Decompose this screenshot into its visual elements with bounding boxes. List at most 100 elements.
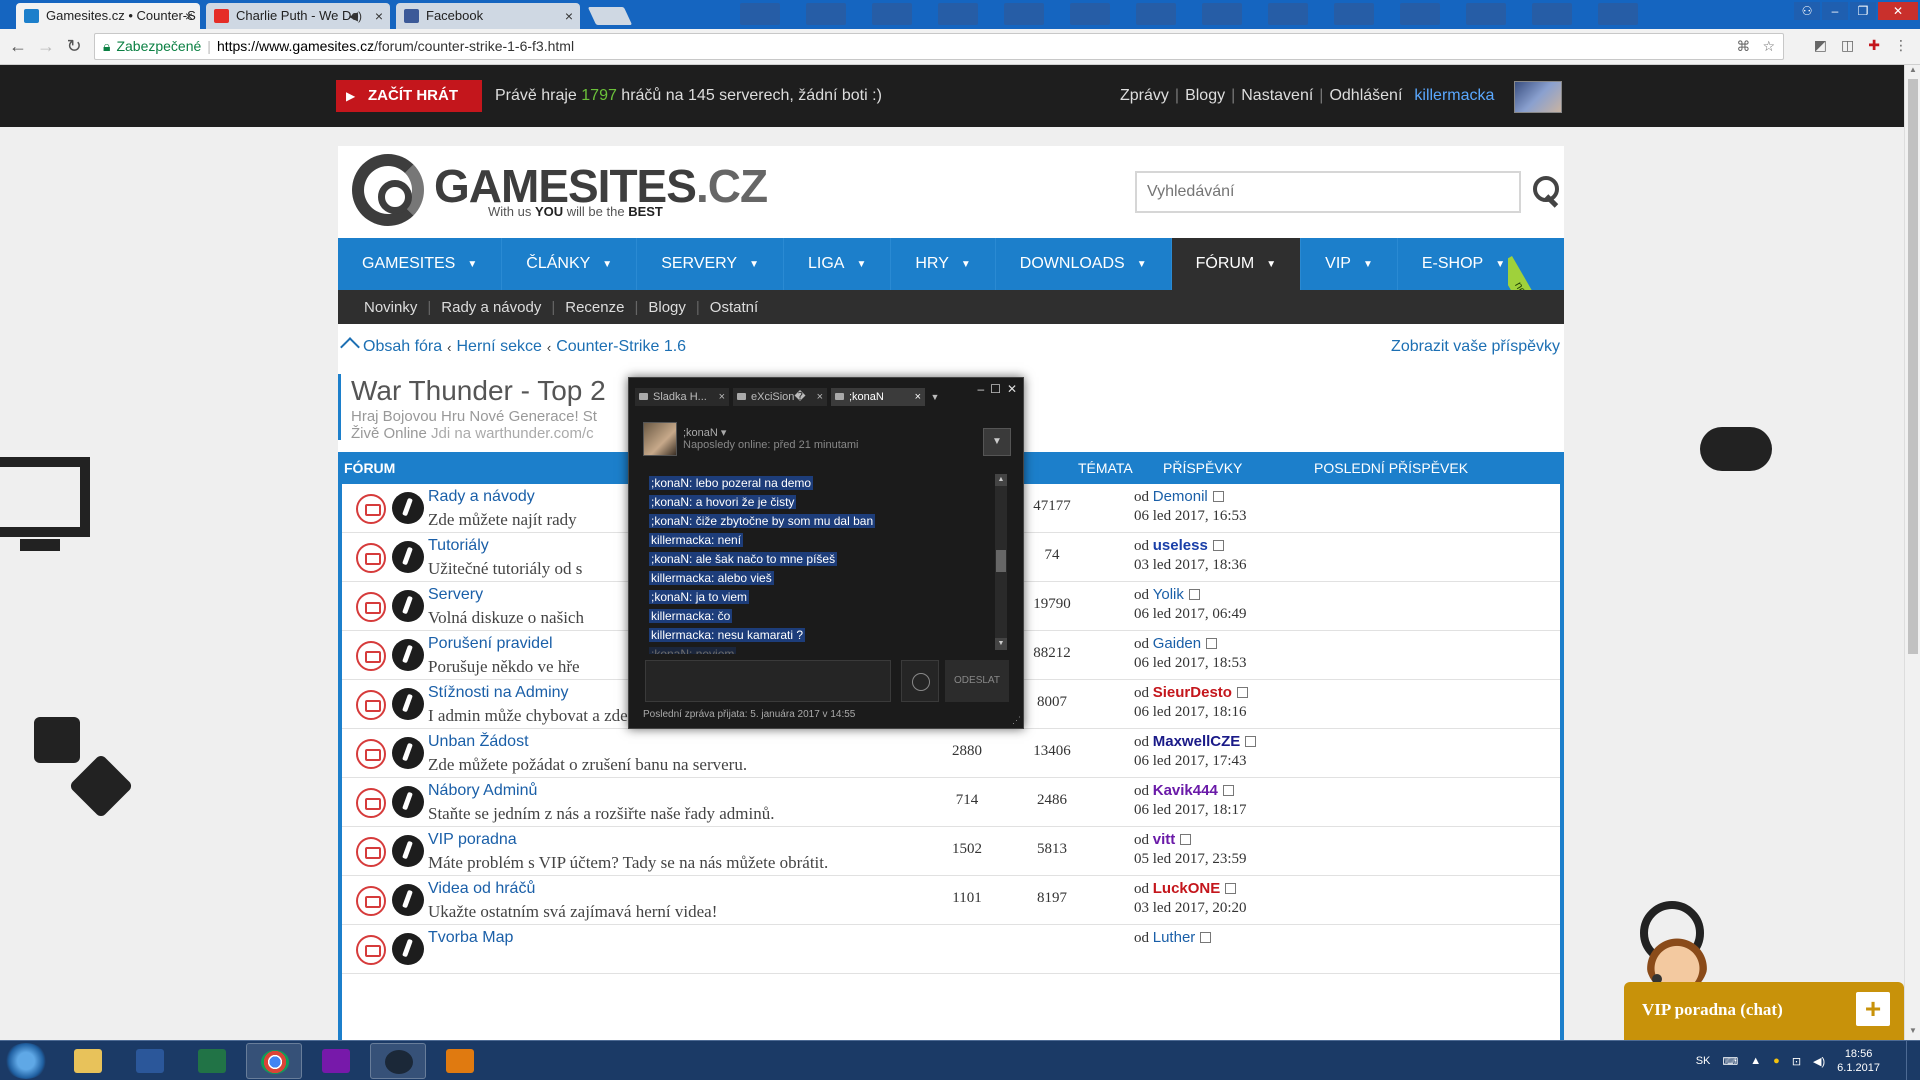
- goto-post-icon[interactable]: [1206, 638, 1218, 649]
- last-post-user-link[interactable]: Luther: [1153, 929, 1196, 946]
- close-window-button[interactable]: ✕: [1007, 382, 1017, 396]
- emoticon-icon[interactable]: [901, 660, 939, 702]
- close-icon[interactable]: ×: [375, 3, 383, 29]
- search-icon[interactable]: [1531, 174, 1561, 208]
- last-post-user-link[interactable]: Kavik444: [1153, 782, 1218, 799]
- goto-post-icon[interactable]: [1200, 932, 1212, 943]
- goto-post-icon[interactable]: [1212, 540, 1224, 551]
- show-desktop-button[interactable]: [1906, 1041, 1920, 1080]
- steam-chat-window[interactable]: Sladka H... × eXciSion� × ;konaN × ▼ – ☐ ✕ …: [628, 377, 1024, 729]
- chevron-down-icon[interactable]: ▼: [929, 388, 941, 406]
- keyboard-icon[interactable]: ⌨: [1722, 1055, 1738, 1068]
- chevron-down-icon[interactable]: ▼: [983, 428, 1011, 456]
- forum-title-link[interactable]: Servery: [428, 586, 483, 604]
- friend-avatar[interactable]: [643, 422, 677, 456]
- last-post-user-link[interactable]: useless: [1153, 537, 1208, 554]
- nav-hry[interactable]: HRY ▼: [891, 238, 996, 290]
- nav-vip[interactable]: VIP ▼: [1301, 238, 1398, 290]
- last-post-user-link[interactable]: vitt: [1153, 831, 1176, 848]
- translate-icon[interactable]: ⌘: [1736, 34, 1750, 59]
- forum-title-link[interactable]: Tvorba Map: [428, 929, 513, 947]
- language-indicator[interactable]: SK: [1696, 1055, 1711, 1067]
- chrome-icon[interactable]: [246, 1043, 302, 1079]
- forum-title-link[interactable]: Porušení pravidel: [428, 635, 553, 653]
- goto-post-icon[interactable]: [1180, 834, 1192, 845]
- breadcrumb-cs16[interactable]: Counter-Strike 1.6: [556, 338, 686, 356]
- last-post-user-link[interactable]: Demonil: [1153, 488, 1208, 505]
- menu-icon[interactable]: ⋮: [1894, 37, 1908, 54]
- network-icon[interactable]: ⊡: [1792, 1055, 1801, 1068]
- goto-post-icon[interactable]: [1212, 491, 1224, 502]
- norton-icon[interactable]: ●: [1773, 1055, 1780, 1067]
- volume-icon[interactable]: ◀): [1813, 1055, 1825, 1068]
- goto-post-icon[interactable]: [1222, 785, 1234, 796]
- maximize-button[interactable]: ❐: [1850, 2, 1876, 20]
- half-life-icon[interactable]: [432, 1043, 488, 1079]
- close-icon[interactable]: ×: [565, 3, 573, 29]
- username-link[interactable]: killermacka: [1414, 87, 1494, 105]
- breadcrumb-forum-index[interactable]: Obsah fóra: [363, 338, 442, 356]
- messages-link[interactable]: Zprávy: [1120, 87, 1169, 105]
- url-input[interactable]: 🔒︎ Zabezpečené | https://www.gamesites.cz/f…: [94, 33, 1784, 60]
- last-post-user-link[interactable]: SieurDesto: [1153, 684, 1232, 701]
- subnav-recenze[interactable]: Recenze: [565, 299, 624, 316]
- search-input[interactable]: [1135, 171, 1521, 213]
- new-tab-button[interactable]: [587, 7, 633, 25]
- forum-title-link[interactable]: Rady a návody: [428, 488, 535, 506]
- extension-icon[interactable]: ◫: [1841, 37, 1854, 54]
- user-icon[interactable]: ⚇: [1794, 2, 1820, 20]
- chat-tab[interactable]: Sladka H... ×: [635, 388, 729, 406]
- logout-link[interactable]: Odhlášení: [1329, 87, 1402, 105]
- nav-gamesites[interactable]: GAMESITES ▼: [338, 238, 503, 290]
- forum-title-link[interactable]: Videa od hráčů: [428, 880, 535, 898]
- gamesites-logo-icon[interactable]: [352, 154, 424, 226]
- resize-grip-icon[interactable]: ⋰: [1012, 715, 1021, 726]
- reload-icon[interactable]: ↻: [64, 36, 84, 56]
- blogs-link[interactable]: Blogy: [1185, 87, 1225, 105]
- maximize-button[interactable]: ☐: [990, 382, 1001, 396]
- forum-title-link[interactable]: Unban Žádost: [428, 733, 529, 751]
- subnav-blogy[interactable]: Blogy: [648, 299, 686, 316]
- last-post-user-link[interactable]: MaxwellCZE: [1153, 733, 1241, 750]
- tab-facebook[interactable]: Facebook ×: [396, 3, 580, 29]
- show-hidden-icon[interactable]: ▲: [1750, 1055, 1761, 1067]
- tab-gamesites[interactable]: Gamesites.cz • Counter-S ×: [16, 3, 200, 29]
- goto-post-icon[interactable]: [1225, 883, 1237, 894]
- last-post-user-link[interactable]: LuckONE: [1153, 880, 1221, 897]
- plus-icon[interactable]: +: [1856, 992, 1890, 1026]
- forum-title-link[interactable]: Nábory Adminů: [428, 782, 537, 800]
- steam-icon[interactable]: [370, 1043, 426, 1079]
- avatar[interactable]: [1514, 81, 1562, 113]
- your-posts-link[interactable]: Zobrazit vaše příspěvky: [1391, 338, 1560, 356]
- excel-icon[interactable]: [184, 1043, 240, 1079]
- last-post-user-link[interactable]: Yolik: [1153, 586, 1184, 603]
- back-arrow-icon[interactable]: ←: [8, 36, 28, 56]
- goto-post-icon[interactable]: [1188, 589, 1200, 600]
- close-icon[interactable]: ×: [185, 3, 193, 29]
- minimize-button[interactable]: –: [977, 382, 984, 396]
- logo-text[interactable]: GAMESITES.CZ: [434, 162, 768, 210]
- friend-name[interactable]: ;konaN ▾: [683, 426, 726, 439]
- subnav-rady[interactable]: Rady a návody: [441, 299, 541, 316]
- chat-message-input[interactable]: [645, 660, 891, 702]
- page-scrollbar[interactable]: ▲ ▼: [1904, 65, 1920, 1040]
- forum-title-link[interactable]: VIP poradna: [428, 831, 517, 849]
- bookmark-star-icon[interactable]: ☆: [1762, 34, 1775, 59]
- close-window-button[interactable]: ✕: [1878, 2, 1918, 20]
- nav-servery[interactable]: SERVERY ▼: [637, 238, 784, 290]
- tab-youtube[interactable]: Charlie Puth - We Do ◀) ×: [206, 3, 390, 29]
- goto-post-icon[interactable]: [1236, 687, 1248, 698]
- nav-downloads[interactable]: DOWNLOADS ▼: [996, 238, 1172, 290]
- chat-tab[interactable]: eXciSion� ×: [733, 388, 827, 406]
- flag-icon[interactable]: ✚: [1868, 37, 1880, 54]
- goto-post-icon[interactable]: [1245, 736, 1257, 747]
- minimize-button[interactable]: –: [1822, 2, 1848, 20]
- subnav-ostatni[interactable]: Ostatní: [710, 299, 758, 316]
- nav-clanky[interactable]: ČLÁNKY ▼: [502, 238, 638, 290]
- clock[interactable]: 18:56 6.1.2017: [1837, 1047, 1880, 1075]
- nav-forum[interactable]: FÓRUM ▼: [1171, 238, 1302, 290]
- breadcrumb-game-section[interactable]: Herní sekce: [457, 338, 542, 356]
- explorer-icon[interactable]: [60, 1043, 116, 1079]
- send-button[interactable]: ODESLAT: [945, 660, 1009, 702]
- speaker-icon[interactable]: ◀): [349, 3, 362, 29]
